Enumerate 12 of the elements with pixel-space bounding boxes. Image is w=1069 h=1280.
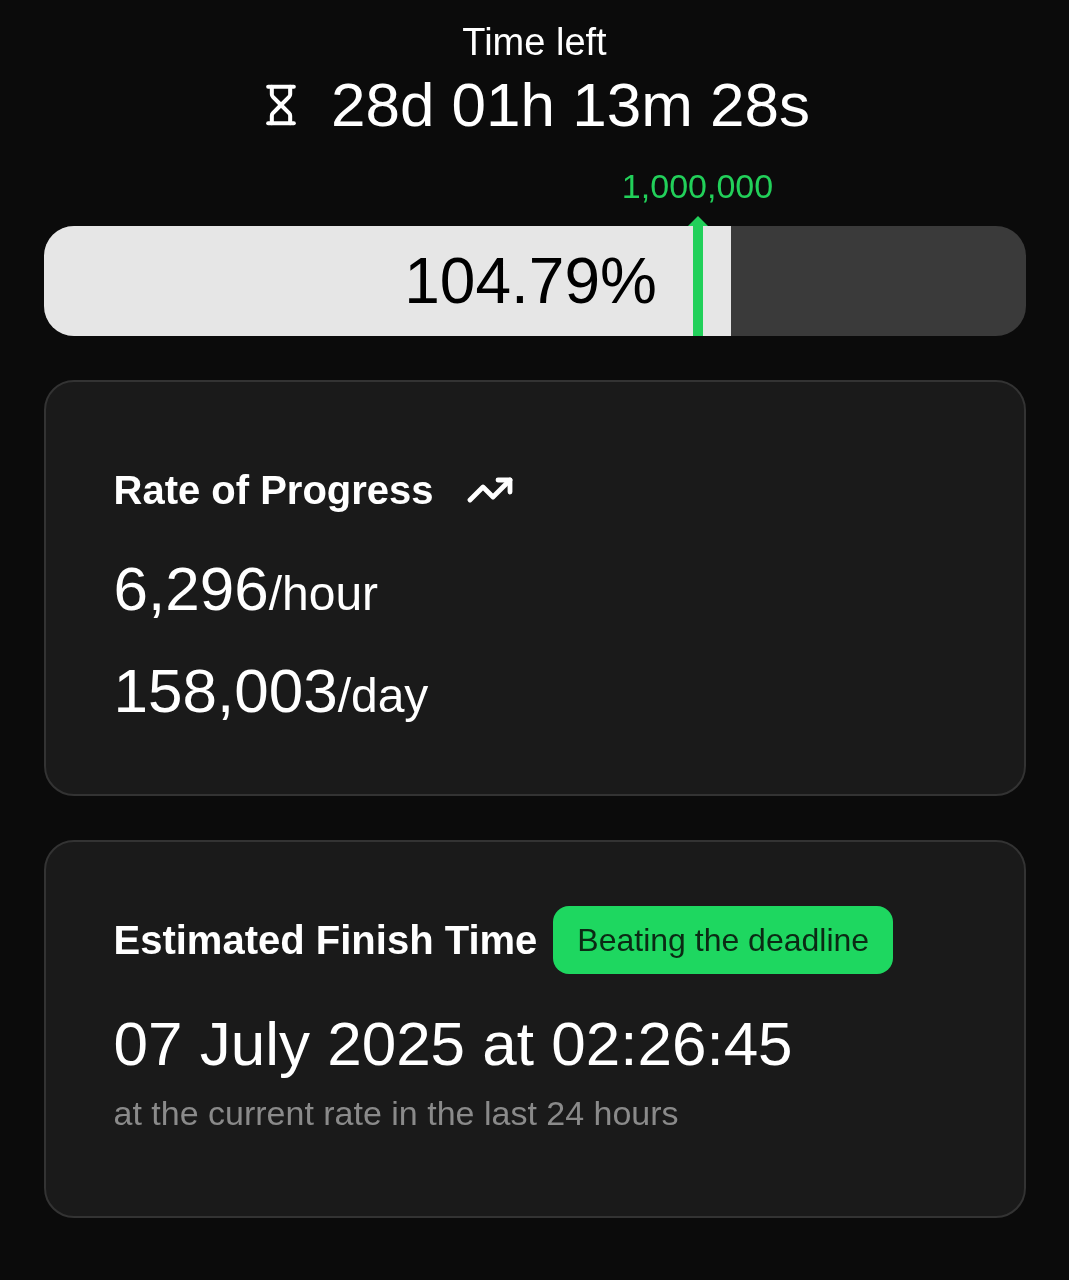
finish-title: Estimated Finish Time [113, 917, 538, 964]
rate-value: 6,296/hour [113, 553, 380, 625]
target-arrow-icon [687, 216, 708, 226]
progress-percent: 104.79% [404, 244, 657, 319]
target-label: 1,000,000 [621, 166, 774, 206]
status-badge: Beating the deadline [553, 906, 894, 974]
rate-title: Rate of Progress [113, 467, 434, 514]
rate-value: 158,003/day [113, 655, 430, 727]
finish-note: at the current rate in the last 24 hours [113, 1093, 680, 1134]
finish-date: 07 July 2025 at 02:26:45 [113, 1008, 794, 1080]
countdown-title: Time left [462, 20, 607, 65]
countdown-value: 28d 01h 13m 28s [330, 70, 811, 140]
